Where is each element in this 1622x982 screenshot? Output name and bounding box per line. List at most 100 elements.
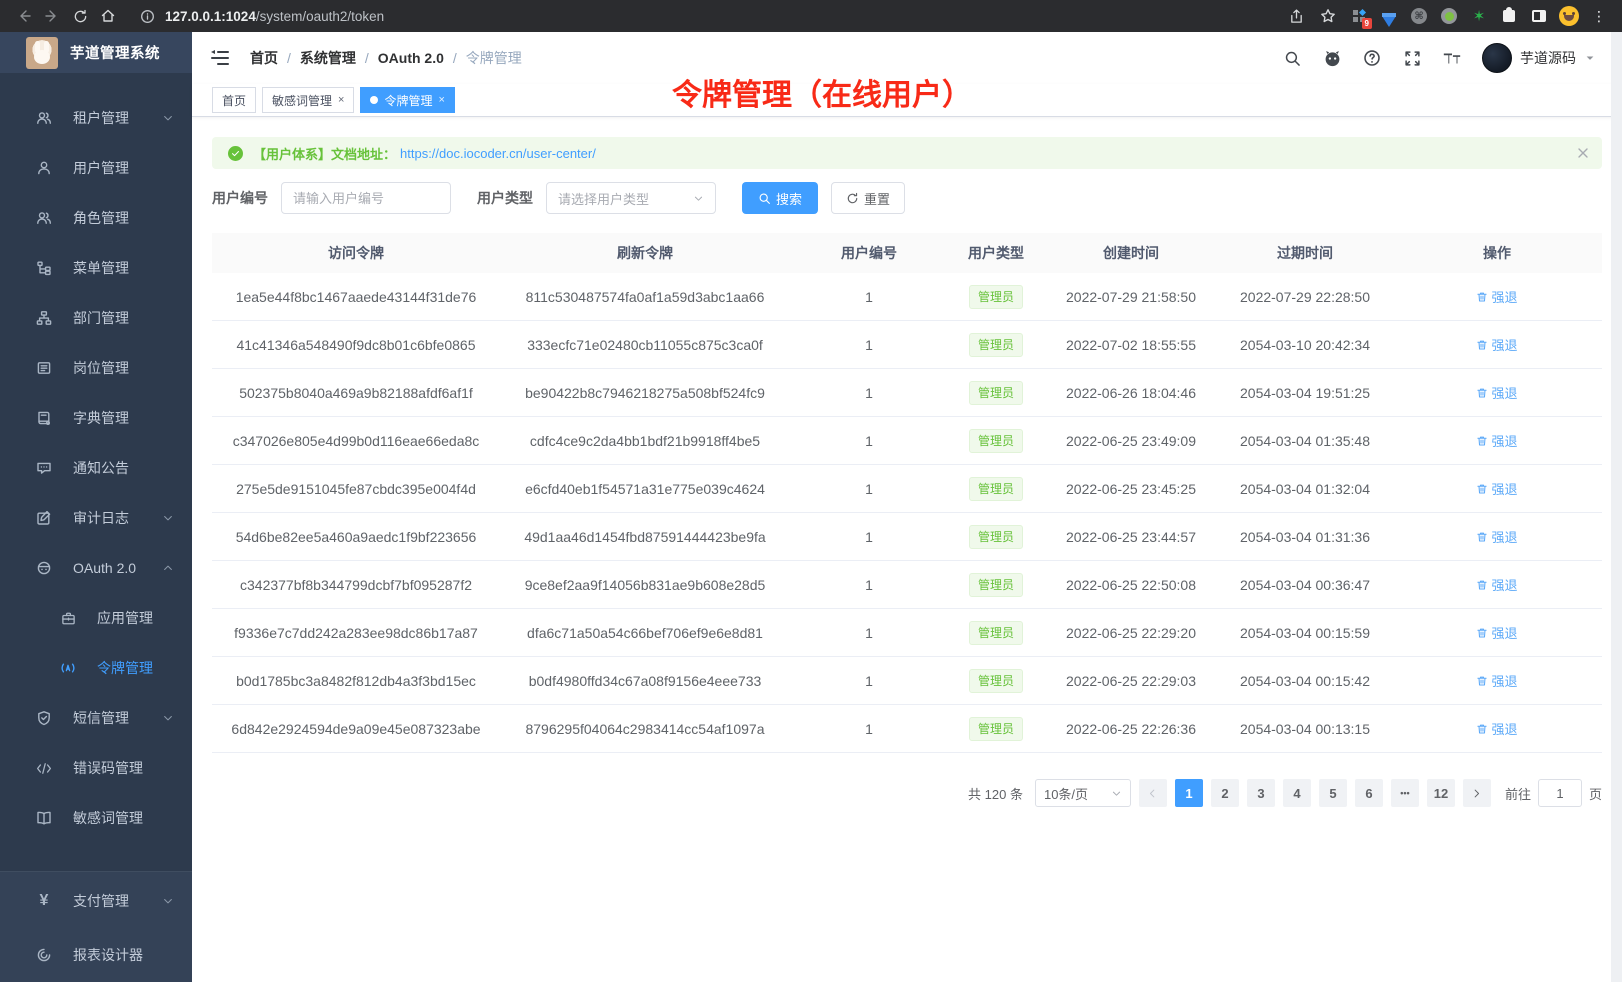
doc-link[interactable]: https://doc.iocoder.cn/user-center/	[400, 146, 596, 161]
user-menu[interactable]: 芋道源码	[1482, 43, 1596, 73]
sidebar-item-11[interactable]: 令牌管理	[0, 643, 192, 693]
sidebar-item-3[interactable]: 菜单管理	[0, 243, 192, 293]
user-type-select[interactable]: 请选择用户类型	[546, 182, 716, 214]
app-logo-area[interactable]: 芋道管理系统	[0, 32, 192, 73]
page-button-3[interactable]: 3	[1247, 779, 1275, 807]
sidebar-item-12[interactable]: 短信管理	[0, 693, 192, 743]
browser-home-icon[interactable]	[94, 4, 122, 28]
force-logout-link[interactable]: 强退	[1476, 671, 1517, 690]
tab-2[interactable]: 令牌管理×	[360, 87, 454, 113]
trash-icon	[1476, 291, 1488, 303]
page-size-value: 10条/页	[1044, 784, 1088, 803]
sidebar-item-15[interactable]: ¥支付管理	[0, 874, 192, 928]
extension-star-icon[interactable]: ✶	[1466, 4, 1492, 28]
prev-page-button[interactable]	[1139, 779, 1167, 807]
force-logout-link[interactable]: 强退	[1476, 527, 1517, 546]
action-cell: 强退	[1392, 335, 1602, 354]
page-size-select[interactable]: 10条/页	[1035, 779, 1131, 807]
goto-page-input[interactable]	[1538, 779, 1582, 807]
sidebar-collapse-icon[interactable]	[210, 48, 232, 68]
sidebar-item-8[interactable]: 审计日志	[0, 493, 192, 543]
help-icon[interactable]	[1362, 48, 1382, 68]
breadcrumb-separator: /	[453, 50, 457, 66]
close-icon[interactable]	[1578, 148, 1588, 158]
action-cell: 强退	[1392, 527, 1602, 546]
sidebar-item-6[interactable]: 字典管理	[0, 393, 192, 443]
breadcrumb-item-2[interactable]: OAuth 2.0	[378, 50, 444, 66]
page-button-12[interactable]: 12	[1427, 779, 1455, 807]
fullscreen-icon[interactable]	[1402, 48, 1422, 68]
tab-0[interactable]: 首页	[212, 87, 256, 113]
user-id-input[interactable]	[281, 182, 451, 214]
scrollbar-track[interactable]	[1611, 32, 1622, 982]
created-time-cell: 2022-06-25 23:49:09	[1044, 433, 1218, 449]
extension-blocks-icon[interactable]: 9	[1346, 4, 1372, 28]
sidebar-item-16[interactable]: 报表设计器	[0, 928, 192, 982]
expire-time-cell: 2054-03-10 20:42:34	[1218, 337, 1392, 353]
bookmark-star-icon[interactable]	[1314, 4, 1342, 28]
tab-1[interactable]: 敏感词管理×	[262, 87, 354, 113]
sidebar-item-9[interactable]: OAuth 2.0	[0, 543, 192, 593]
force-logout-link[interactable]: 强退	[1476, 575, 1517, 594]
font-size-icon[interactable]	[1442, 48, 1462, 68]
table-row-7: f9336e7c7dd242a283ee98dc86b17a87dfa6c71a…	[212, 609, 1602, 657]
sidebar-item-2[interactable]: 角色管理	[0, 193, 192, 243]
extension-gem-icon[interactable]	[1376, 4, 1402, 28]
reset-button[interactable]: 重置	[831, 182, 905, 214]
more-pages-button[interactable]: •••	[1391, 779, 1419, 807]
action-cell: 强退	[1392, 431, 1602, 450]
search-button[interactable]: 搜索	[742, 182, 818, 214]
sidebar-item-14[interactable]: 敏感词管理	[0, 793, 192, 843]
sidebar-item-5[interactable]: 岗位管理	[0, 343, 192, 393]
extension-command-icon[interactable]: ⌘	[1406, 4, 1432, 28]
dict-icon	[36, 410, 52, 426]
extension-record-icon[interactable]	[1436, 4, 1462, 28]
next-page-button[interactable]	[1463, 779, 1491, 807]
force-logout-link[interactable]: 强退	[1476, 383, 1517, 402]
browser-reload-icon[interactable]	[66, 4, 94, 28]
close-icon[interactable]: ×	[438, 95, 444, 106]
side-panel-icon[interactable]	[1526, 4, 1552, 28]
close-icon[interactable]: ×	[338, 95, 344, 106]
refresh-token-cell: 333ecfc71e02480cb11055c875c3ca0f	[500, 337, 790, 353]
browser-back-icon[interactable]	[10, 4, 38, 28]
user-id-cell: 1	[790, 529, 948, 545]
extensions-puzzle-icon[interactable]	[1496, 4, 1522, 28]
sidebar-item-13[interactable]: 错误码管理	[0, 743, 192, 793]
sidebar-item-10[interactable]: 应用管理	[0, 593, 192, 643]
browser-menu-icon[interactable]: ⋮	[1586, 4, 1612, 28]
page-button-4[interactable]: 4	[1283, 779, 1311, 807]
app-logo	[26, 37, 58, 69]
payment-icon: ¥	[36, 893, 52, 909]
refresh-token-cell: e6cfd40eb1f54571a31e775e039c4624	[500, 481, 790, 497]
force-logout-link[interactable]: 强退	[1476, 287, 1517, 306]
sidebar-menu: 租户管理用户管理角色管理菜单管理部门管理岗位管理字典管理通知公告审计日志OAut…	[0, 73, 192, 982]
address-bar[interactable]: 127.0.0.1:1024/system/oauth2/token	[140, 9, 1282, 24]
force-logout-link[interactable]: 强退	[1476, 431, 1517, 450]
search-icon[interactable]	[1282, 48, 1302, 68]
force-logout-link[interactable]: 强退	[1476, 335, 1517, 354]
page-button-6[interactable]: 6	[1355, 779, 1383, 807]
user-type-tag: 管理员	[969, 621, 1023, 645]
user-id-cell: 1	[790, 721, 948, 737]
force-logout-link[interactable]: 强退	[1476, 623, 1517, 642]
profile-avatar[interactable]	[1556, 4, 1582, 28]
user-id-cell: 1	[790, 673, 948, 689]
sidebar-item-0[interactable]: 租户管理	[0, 93, 192, 143]
page-button-1[interactable]: 1	[1175, 779, 1203, 807]
force-logout-link[interactable]: 强退	[1476, 719, 1517, 738]
breadcrumb-item-0[interactable]: 首页	[250, 48, 278, 68]
sidebar-item-label: 短信管理	[73, 708, 162, 728]
page-button-2[interactable]: 2	[1211, 779, 1239, 807]
sidebar-item-1[interactable]: 用户管理	[0, 143, 192, 193]
breadcrumb-item-1[interactable]: 系统管理	[300, 48, 356, 68]
expire-time-cell: 2054-03-04 00:36:47	[1218, 577, 1392, 593]
browser-forward-icon[interactable]	[38, 4, 66, 28]
page-button-5[interactable]: 5	[1319, 779, 1347, 807]
sidebar-item-4[interactable]: 部门管理	[0, 293, 192, 343]
force-logout-link[interactable]: 强退	[1476, 479, 1517, 498]
github-icon[interactable]	[1322, 48, 1342, 68]
share-icon[interactable]	[1282, 4, 1310, 28]
user-type-tag: 管理员	[969, 477, 1023, 501]
sidebar-item-7[interactable]: 通知公告	[0, 443, 192, 493]
